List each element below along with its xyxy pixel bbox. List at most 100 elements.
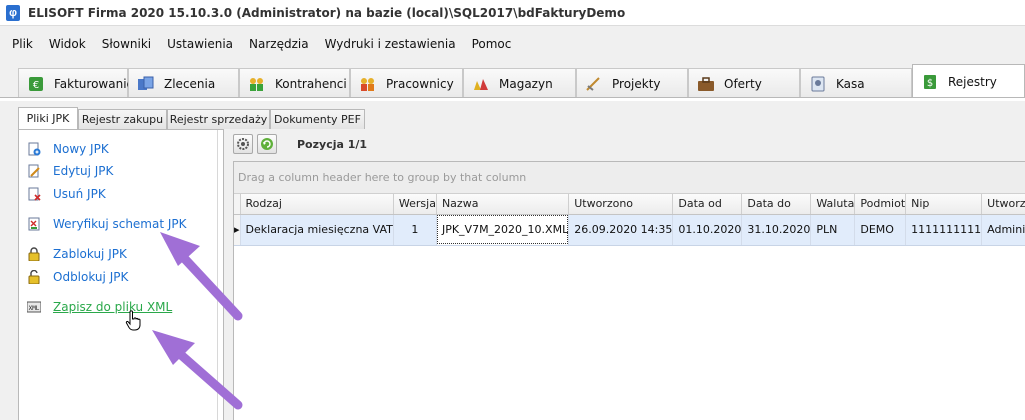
cell-utworzyl[interactable]: Administrator (981, 214, 1025, 246)
refresh-button[interactable] (257, 134, 277, 154)
action-edytuj-jpk[interactable]: Edytuj JPK (27, 162, 113, 180)
action-label: Weryfikuj schemat JPK (53, 217, 187, 231)
gear-icon (237, 138, 249, 150)
settings-button[interactable] (233, 134, 253, 154)
svg-text:€: € (33, 80, 39, 91)
action-label: Zapisz do pliku XML (53, 300, 173, 314)
svg-text:XML: XML (29, 305, 40, 312)
cash-icon (809, 75, 827, 93)
cell-data-do[interactable]: 31.10.2020 (741, 214, 812, 246)
subtab-rejestr-sprzedazy[interactable]: Rejestr sprzedaży (167, 109, 270, 129)
menu-bar: Plik Widok Słowniki Ustawienia Narzędzia… (0, 30, 1025, 58)
tab-label: Zlecenia (164, 76, 216, 91)
title-bar: φ ELISOFT Firma 2020 15.10.3.0 (Administ… (0, 0, 1025, 26)
projects-icon (585, 75, 603, 93)
header-row: Rodzaj Wersja Nazwa Utworzono Data od Da… (234, 194, 1025, 215)
module-tab-strip (0, 97, 1025, 101)
cell-nazwa[interactable]: JPK_V7M_2020_10.XML (436, 214, 570, 246)
action-label: Usuń JPK (53, 187, 106, 201)
column-header-nazwa[interactable]: Nazwa (436, 194, 570, 215)
column-header-data-do[interactable]: Data do (741, 194, 812, 215)
column-header-waluta[interactable]: Waluta (810, 194, 856, 215)
svg-text:$: $ (927, 78, 933, 89)
tab-projekty[interactable]: Projekty (576, 68, 688, 98)
tab-oferty[interactable]: Oferty (688, 68, 800, 98)
cell-podmiot[interactable]: DEMO (854, 214, 907, 246)
action-label: Edytuj JPK (53, 164, 114, 178)
panel-scrollbar[interactable] (217, 130, 221, 420)
group-by-panel[interactable]: Drag a column header here to group by th… (234, 162, 1025, 194)
table-row[interactable]: ▸ Deklaracja miesięczna VAT 1 JPK_V7M_20… (234, 214, 1025, 246)
action-label: Zablokuj JPK (53, 247, 127, 261)
action-label: Nowy JPK (53, 142, 109, 156)
tab-label: Fakturowanie (54, 76, 134, 91)
xml-file-icon: XML (26, 300, 42, 314)
tab-kontrahenci[interactable]: Kontrahenci (239, 68, 350, 98)
action-nowy-jpk[interactable]: Nowy JPK (27, 140, 109, 158)
briefcase-icon (697, 75, 715, 93)
action-weryfikuj-schemat[interactable]: Weryfikuj schemat JPK (27, 215, 187, 233)
tab-magazyn[interactable]: Magazyn (463, 68, 576, 98)
window-title: ELISOFT Firma 2020 15.10.3.0 (Administra… (28, 5, 626, 20)
tab-rejestry[interactable]: $ Rejestry (912, 64, 1025, 98)
action-zapisz-xml[interactable]: XML Zapisz do pliku XML (26, 298, 173, 316)
tab-fakturowanie[interactable]: € Fakturowanie (18, 68, 134, 98)
verify-schema-icon (27, 217, 41, 231)
tab-label: Projekty (612, 76, 661, 91)
subtab-dokumenty-pef[interactable]: Dokumenty PEF (270, 109, 365, 129)
position-label: Pozycja 1/1 (297, 137, 368, 151)
contractors-icon (248, 75, 266, 93)
employees-icon (359, 75, 377, 93)
action-odblokuj-jpk[interactable]: Odblokuj JPK (27, 268, 128, 286)
tab-label: Magazyn (499, 76, 553, 91)
cell-utworzono[interactable]: 26.09.2020 14:35 (568, 214, 674, 246)
column-header-rodzaj[interactable]: Rodzaj (240, 194, 394, 215)
jpk-grid: Drag a column header here to group by th… (233, 161, 1025, 420)
tab-label: Oferty (724, 76, 762, 91)
hand-cursor-icon (125, 310, 141, 331)
tab-label: Kontrahenci (275, 76, 347, 91)
cell-waluta[interactable]: PLN (810, 214, 856, 246)
new-document-icon (27, 142, 41, 156)
action-usun-jpk[interactable]: Usuń JPK (27, 185, 106, 203)
column-header-data-od[interactable]: Data od (672, 194, 743, 215)
column-header-utworzyl[interactable]: Utworzył (981, 194, 1025, 215)
cell-wersja[interactable]: 1 (393, 214, 437, 246)
cell-data-od[interactable]: 01.10.2020 (672, 214, 743, 246)
registers-icon: $ (921, 73, 939, 91)
unlock-icon (27, 269, 41, 285)
cell-nip[interactable]: 1111111111 (905, 214, 983, 246)
menu-slowniki[interactable]: Słowniki (94, 37, 159, 51)
jpk-table: Rodzaj Wersja Nazwa Utworzono Data od Da… (234, 194, 1025, 246)
grid-toolbar: Pozycja 1/1 (233, 131, 1025, 157)
column-header-nip[interactable]: Nip (905, 194, 983, 215)
tab-zlecenia[interactable]: Zlecenia (128, 68, 239, 98)
column-header-podmiot[interactable]: Podmiot (854, 194, 907, 215)
tab-label: Rejestry (948, 74, 997, 89)
refresh-icon (261, 138, 273, 150)
invoice-icon: € (27, 75, 45, 93)
column-header-utworzono[interactable]: Utworzono (568, 194, 674, 215)
lock-icon (27, 247, 41, 262)
tab-label: Kasa (836, 76, 865, 91)
action-zablokuj-jpk[interactable]: Zablokuj JPK (27, 245, 127, 263)
tab-label: Pracownicy (386, 76, 454, 91)
orders-icon (137, 75, 155, 93)
menu-narzedzia[interactable]: Narzędzia (241, 37, 317, 51)
cell-rodzaj[interactable]: Deklaracja miesięczna VAT (240, 214, 394, 246)
tab-pracownicy[interactable]: Pracownicy (350, 68, 463, 98)
menu-plik[interactable]: Plik (0, 37, 41, 51)
actions-panel: Nowy JPK Edytuj JPK Usuń JPK Weryfikuj s… (18, 129, 224, 420)
menu-pomoc[interactable]: Pomoc (464, 37, 520, 51)
subtab-pliki-jpk[interactable]: Pliki JPK (18, 107, 78, 129)
module-tabs: € Fakturowanie Zlecenia Kontrahenci Prac… (0, 64, 1025, 98)
edit-document-icon (27, 164, 41, 178)
menu-wydruki[interactable]: Wydruki i zestawienia (317, 37, 464, 51)
menu-widok[interactable]: Widok (41, 37, 94, 51)
subtab-rejestr-zakupu[interactable]: Rejestr zakupu (78, 109, 167, 129)
app-icon: φ (6, 4, 20, 21)
tab-kasa[interactable]: Kasa (800, 68, 912, 98)
delete-document-icon (27, 187, 41, 201)
column-header-wersja[interactable]: Wersja (393, 194, 437, 215)
menu-ustawienia[interactable]: Ustawienia (159, 37, 241, 51)
